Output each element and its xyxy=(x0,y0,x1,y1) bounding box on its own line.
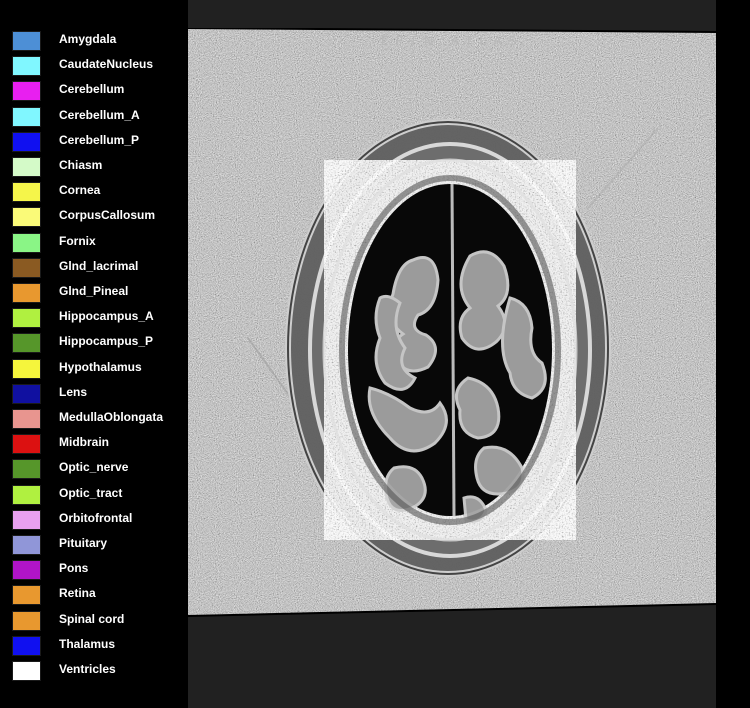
color-swatch xyxy=(12,409,41,429)
color-swatch xyxy=(12,509,41,530)
color-swatch xyxy=(12,207,41,228)
legend-label: Retina xyxy=(59,586,96,601)
color-swatch xyxy=(12,131,41,152)
legend-label: Cerebellum xyxy=(59,82,125,97)
right-margin xyxy=(716,0,750,708)
legend-item-glnd-pineal[interactable]: Glnd_Pineal xyxy=(0,279,188,304)
legend-label: Cornea xyxy=(59,183,101,198)
legend-label: CorpusCallosum xyxy=(59,208,156,223)
legend-item-hippocampus-p[interactable]: Hippocampus_P xyxy=(0,329,188,354)
image-viewer[interactable]: EPTN ATLAS xyxy=(188,0,716,708)
legend-label: Fornix xyxy=(59,233,96,248)
color-swatch xyxy=(12,635,41,656)
color-swatch xyxy=(12,484,41,505)
color-swatch xyxy=(12,434,41,455)
legend-label: Ventricles xyxy=(59,662,116,676)
legend-label: Hippocampus_P xyxy=(59,334,154,349)
legend-item-hypothalamus[interactable]: Hypothalamus xyxy=(0,355,188,380)
legend-label: Lens xyxy=(59,384,88,399)
color-swatch xyxy=(12,610,41,631)
color-swatch xyxy=(12,257,41,278)
atlas-watermark: EPTN ATLAS xyxy=(380,34,524,48)
color-swatch xyxy=(12,459,41,480)
color-swatch xyxy=(12,106,41,127)
legend-label: Orbitofrontal xyxy=(59,510,133,525)
legend-item-retina[interactable]: Retina xyxy=(0,581,188,606)
legend-item-cerebellum-p[interactable]: Cerebellum_P xyxy=(0,128,188,153)
legend-label: Glnd_lacrimal xyxy=(59,258,139,273)
legend-item-amygdala[interactable]: Amygdala xyxy=(0,27,188,52)
legend-item-thalamus[interactable]: Thalamus xyxy=(0,632,188,657)
legend-label: Midbrain xyxy=(59,435,109,450)
legend-label: Chiasm xyxy=(59,158,103,172)
legend-item-hippocampus-a[interactable]: Hippocampus_A xyxy=(0,304,188,329)
color-swatch xyxy=(12,661,41,681)
legend-label: Amygdala xyxy=(59,32,117,46)
color-swatch xyxy=(12,81,41,102)
legend-item-pons[interactable]: Pons xyxy=(0,556,188,581)
structure-legend: Amygdala CaudateNucleus Cerebellum Cerebell… xyxy=(0,0,188,708)
legend-label: Spinal cord xyxy=(59,611,125,626)
legend-item-medullaoblongata[interactable]: MedullaOblongata xyxy=(0,405,188,430)
mri-axial-slice[interactable] xyxy=(188,28,716,618)
color-swatch xyxy=(12,535,41,555)
legend-label: Thalamus xyxy=(59,636,116,651)
color-swatch xyxy=(12,333,41,354)
legend-item-orbitofrontal[interactable]: Orbitofrontal xyxy=(0,506,188,531)
color-swatch xyxy=(12,283,41,303)
legend-item-pituitary[interactable]: Pituitary xyxy=(0,531,188,556)
legend-label: Cerebellum_A xyxy=(59,107,140,122)
legend-label: Hypothalamus xyxy=(59,359,142,374)
legend-item-spinal-cord[interactable]: Spinal cord xyxy=(0,607,188,632)
legend-label: Cerebellum_P xyxy=(59,132,140,147)
legend-item-optic-nerve[interactable]: Optic_nerve xyxy=(0,455,188,480)
color-swatch xyxy=(12,157,41,177)
legend-item-glnd-lacrimal[interactable]: Glnd_lacrimal xyxy=(0,254,188,279)
color-swatch xyxy=(12,585,41,606)
legend-label: Hippocampus_A xyxy=(59,309,154,324)
legend-item-fornix[interactable]: Fornix xyxy=(0,229,188,254)
legend-label: Optic_nerve xyxy=(59,460,129,475)
legend-item-cerebellum-a[interactable]: Cerebellum_A xyxy=(0,103,188,128)
legend-label: CaudateNucleus xyxy=(59,57,154,72)
legend-item-midbrain[interactable]: Midbrain xyxy=(0,430,188,455)
field-of-view xyxy=(188,28,716,616)
legend-label: Glnd_Pineal xyxy=(59,284,129,298)
legend-item-optic-tract[interactable]: Optic_tract xyxy=(0,481,188,506)
color-swatch xyxy=(12,182,41,203)
legend-label: MedullaOblongata xyxy=(59,410,164,424)
color-swatch xyxy=(12,383,41,404)
color-swatch xyxy=(12,560,41,581)
legend-item-lens[interactable]: Lens xyxy=(0,380,188,405)
legend-item-corpuscallosum[interactable]: CorpusCallosum xyxy=(0,203,188,228)
legend-item-cerebellum[interactable]: Cerebellum xyxy=(0,77,188,102)
color-swatch xyxy=(12,308,41,329)
color-swatch xyxy=(12,31,41,51)
legend-label: Pituitary xyxy=(59,536,108,550)
color-swatch xyxy=(12,232,41,253)
legend-item-chiasm[interactable]: Chiasm xyxy=(0,153,188,178)
color-swatch xyxy=(12,358,41,379)
legend-item-caudatenucleus[interactable]: CaudateNucleus xyxy=(0,52,188,77)
legend-label: Optic_tract xyxy=(59,485,123,500)
legend-label: Pons xyxy=(59,561,89,576)
legend-item-cornea[interactable]: Cornea xyxy=(0,178,188,203)
legend-item-ventricles[interactable]: Ventricles xyxy=(0,657,188,682)
color-swatch xyxy=(12,56,41,77)
